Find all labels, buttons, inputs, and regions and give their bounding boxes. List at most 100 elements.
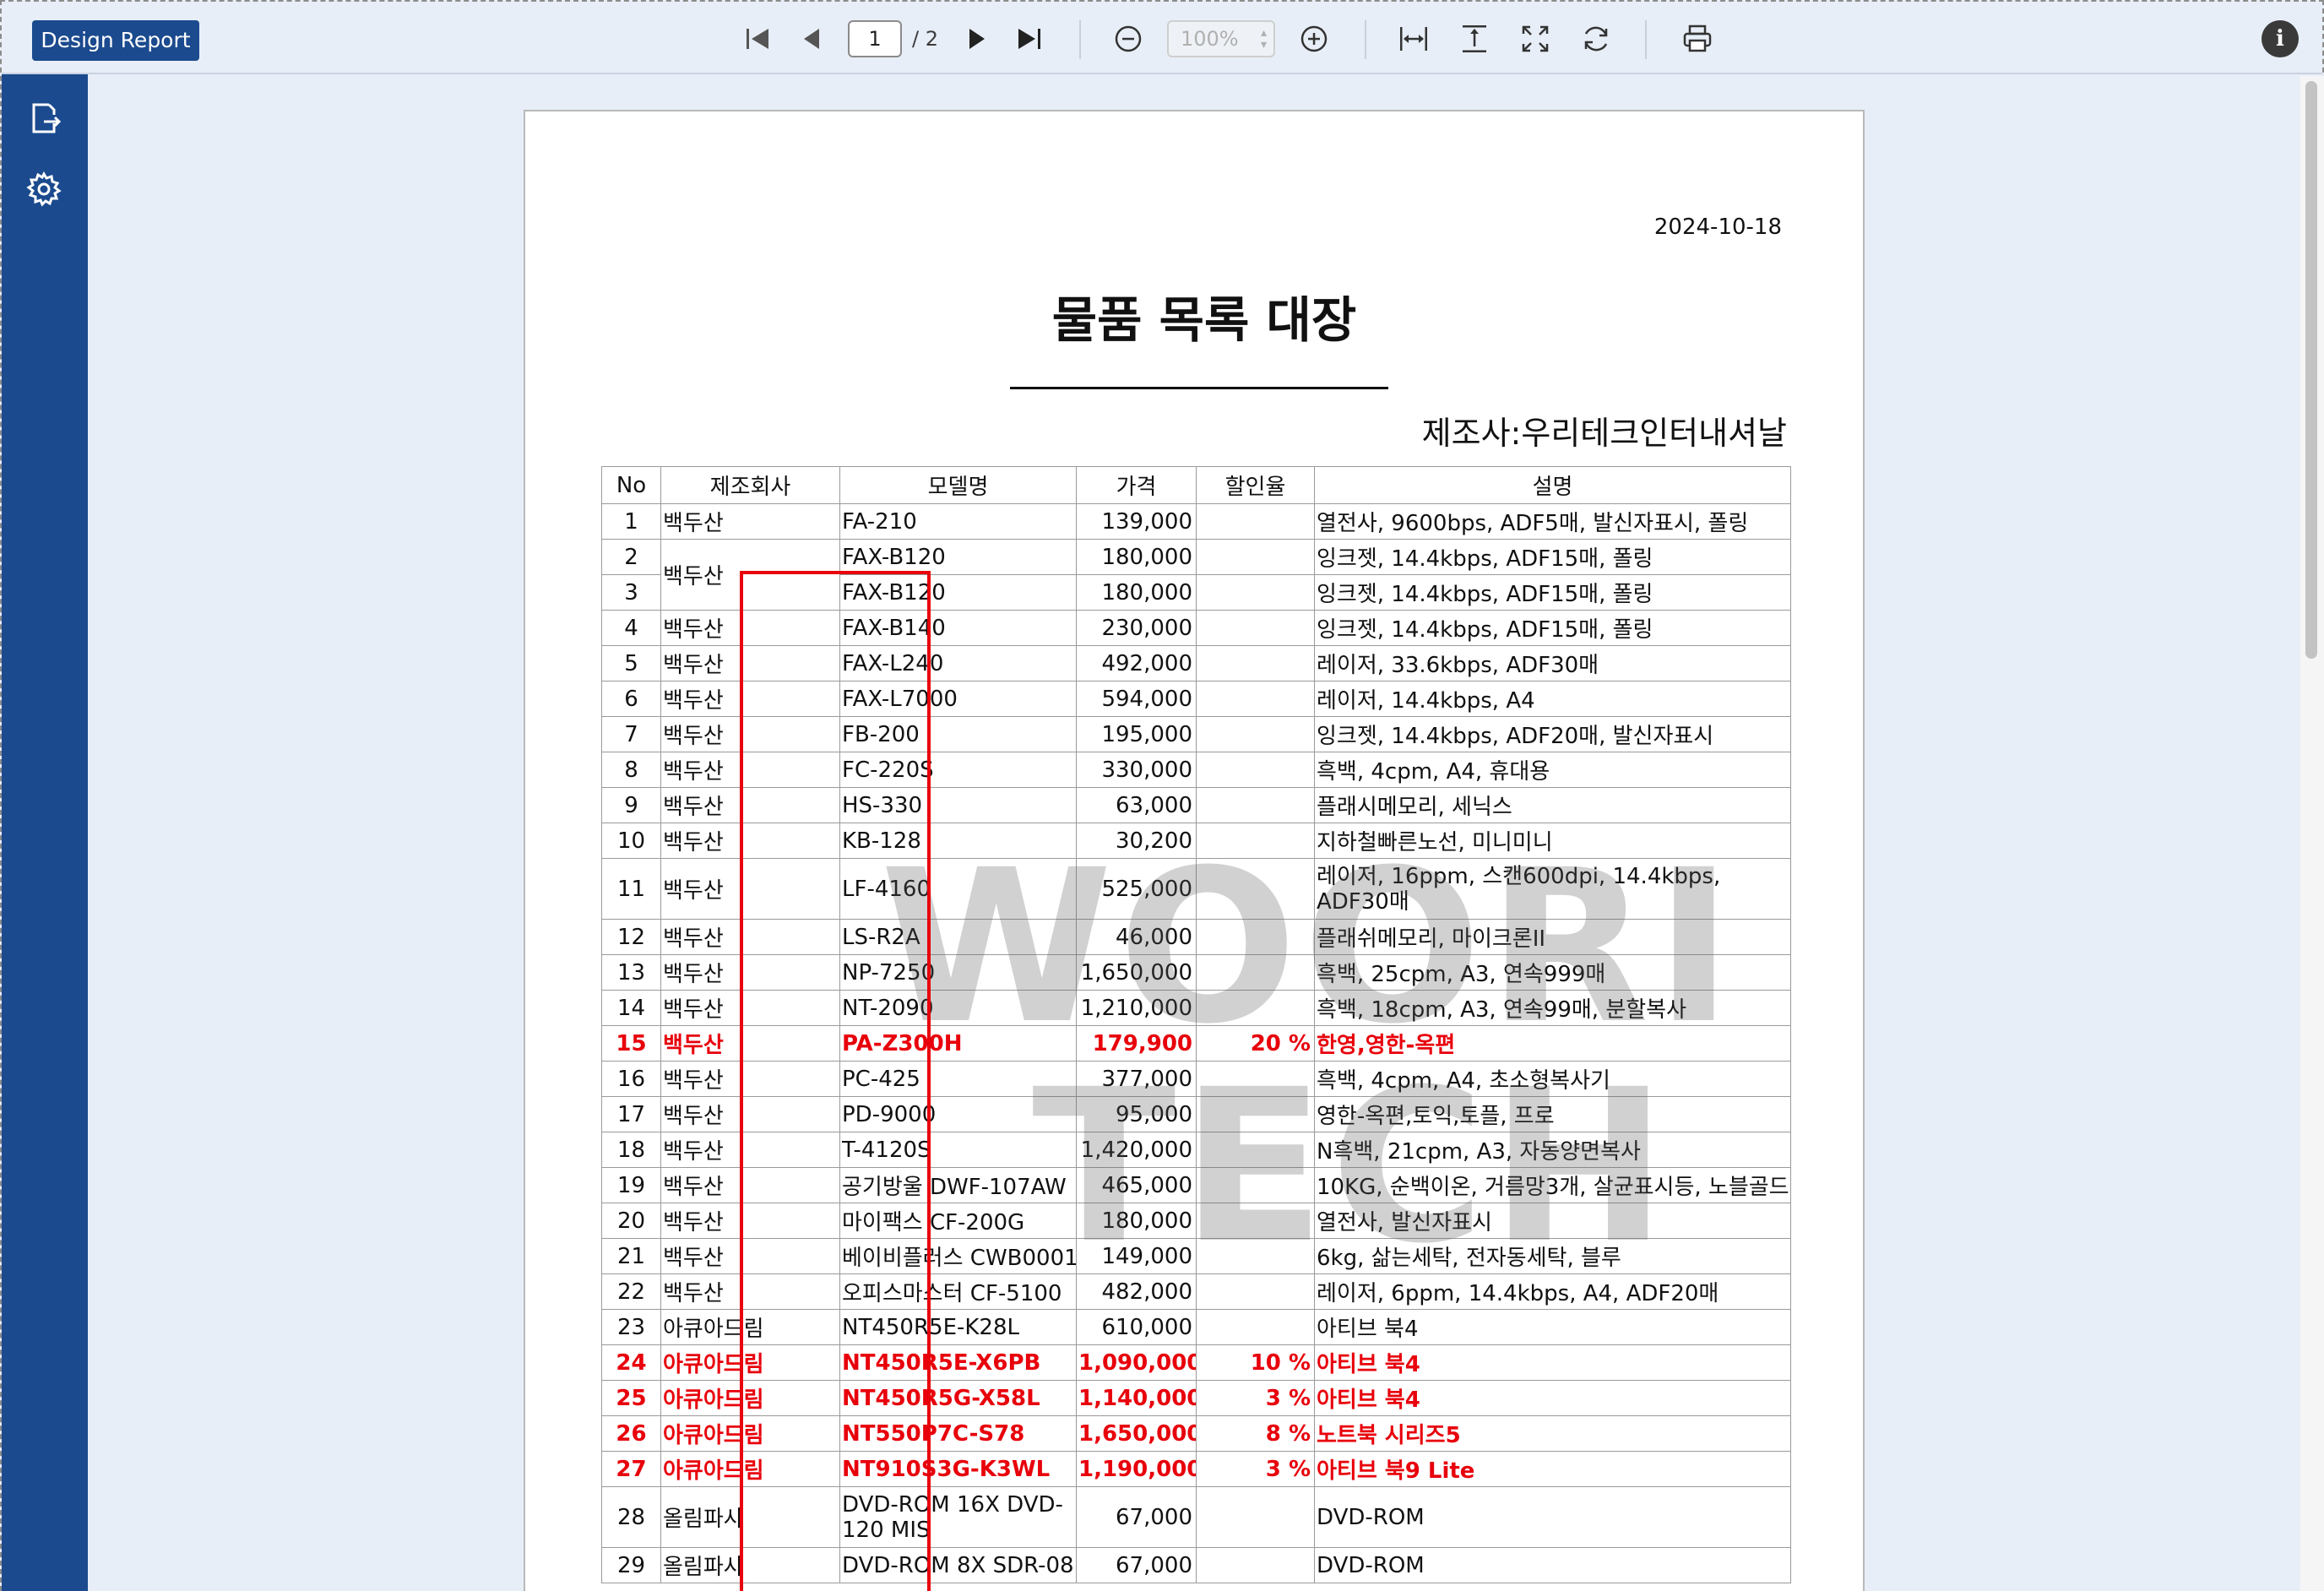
previous-page-icon[interactable]: [792, 19, 833, 59]
column-header-description: 설명: [1314, 466, 1791, 504]
table-row: 8 백두산 FC-220S 330,000 흑백, 4cpm, A4, 휴대용: [601, 752, 1791, 788]
cell-model: DVD-ROM 16X DVD-120 MIS: [839, 1486, 1077, 1548]
cell-price: 330,000: [1076, 752, 1197, 788]
table-row: 13 백두산 NP-7250 1,650,000 흑백, 25cpm, A3, 연속99…: [601, 954, 1791, 991]
cell-maker: 백두산: [660, 1096, 840, 1132]
zoom-in-icon[interactable]: [1294, 19, 1334, 59]
cell-model: FA-210: [839, 503, 1077, 540]
vertical-scrollbar[interactable]: [2300, 76, 2324, 1591]
cell-price: 67,000: [1076, 1486, 1197, 1548]
table-row: 18 백두산 T-4120S 1,420,000 N흑백, 21cpm, A3, 자동양…: [601, 1132, 1791, 1168]
cell-model: 공기방울 DWF-107AW: [839, 1167, 1077, 1203]
cell-maker: 아큐아드림: [660, 1344, 840, 1381]
table-row: 16 백두산 PC-425 377,000 흑백, 4cpm, A4, 초소형복사기: [601, 1061, 1791, 1097]
zoom-level-value: 100%: [1181, 27, 1239, 51]
cell-price: 180,000: [1076, 1203, 1197, 1239]
cell-model: FAX-L7000: [839, 681, 1077, 717]
cell-model: FC-220S: [839, 752, 1077, 788]
cell-description: 잉크젯, 14.4kbps, ADF15매, 폴링: [1314, 539, 1791, 575]
column-header-maker: 제조회사: [660, 466, 840, 504]
cell-price: 95,000: [1076, 1096, 1197, 1132]
settings-gear-icon[interactable]: [24, 169, 64, 209]
table-row: 6 백두산 FAX-L7000 594,000 레이저, 14.4kbps, A4: [601, 681, 1791, 717]
zoom-stepper-icon[interactable]: ▴ ▾: [1261, 27, 1267, 51]
fullscreen-icon[interactable]: [1515, 19, 1556, 59]
fit-height-icon[interactable]: [1454, 19, 1495, 59]
cell-maker: 백두산: [660, 610, 840, 646]
cell-no: 23: [601, 1309, 661, 1345]
next-page-icon[interactable]: [956, 19, 996, 59]
cell-model: FAX-L240: [839, 645, 1077, 681]
cell-discount: [1196, 1167, 1315, 1203]
print-icon[interactable]: [1677, 19, 1718, 59]
cell-description: 영한-옥편,토익,토플, 프로: [1314, 1096, 1791, 1132]
table-row: 9 백두산 HS-330 63,000 플래시메모리, 세닉스: [601, 787, 1791, 823]
cell-discount: [1196, 990, 1315, 1026]
table-row: 20 백두산 마이팩스 CF-200G 180,000 열전사, 발신자표시: [601, 1203, 1791, 1239]
cell-no: 26: [601, 1415, 661, 1452]
cell-price: 30,200: [1076, 823, 1197, 859]
zoom-out-icon[interactable]: [1108, 19, 1148, 59]
table-row: 7 백두산 FB-200 195,000 잉크젯, 14.4kbps, ADF20매, …: [601, 716, 1791, 752]
cell-no: 21: [601, 1238, 661, 1274]
cell-price: 482,000: [1076, 1273, 1197, 1310]
cell-price: 63,000: [1076, 787, 1197, 823]
cell-model: T-4120S: [839, 1132, 1077, 1168]
report-page: 2024-10-18 물품 목록 대장 제조사:우리테크인터내셔날 No 제조회…: [524, 110, 1865, 1591]
report-maker: 제조사:우리테크인터내셔날: [1421, 415, 1787, 452]
cell-model: PA-Z300H: [839, 1025, 1077, 1062]
cell-discount: 3 %: [1196, 1451, 1315, 1487]
cell-discount: [1196, 716, 1315, 752]
title-underline: [1010, 387, 1388, 389]
cell-price: 139,000: [1076, 503, 1197, 540]
cell-maker: 백두산: [660, 787, 840, 823]
toolbar-separator: [1079, 20, 1081, 59]
cell-price: 46,000: [1076, 919, 1197, 955]
design-report-button[interactable]: Design Report: [32, 20, 199, 61]
table-row: 19 백두산 공기방울 DWF-107AW 465,000 10KG, 순백이온, 거름…: [601, 1167, 1791, 1203]
table-row: 11 백두산 LF-4160 525,000 레이저, 16ppm, 스캔600dpi,…: [601, 858, 1791, 920]
cell-description: 플래쉬메모리, 마이크론II: [1314, 919, 1791, 955]
cell-description: 6kg, 삶는세탁, 전자동세탁, 블루: [1314, 1238, 1791, 1274]
cell-price: 1,650,000: [1076, 954, 1197, 991]
table-row: 25 아큐아드림 NT450R5G-X58L 1,140,000 3 % 아티브 북4: [601, 1380, 1791, 1416]
cell-description: 열전사, 9600bps, ADF5매, 발신자표시, 폴링: [1314, 503, 1791, 540]
cell-description: N흑백, 21cpm, A3, 자동양면복사: [1314, 1132, 1791, 1168]
fit-width-icon[interactable]: [1393, 19, 1434, 59]
zoom-level-input[interactable]: 100% ▴ ▾: [1167, 20, 1275, 57]
last-page-icon[interactable]: [1008, 19, 1049, 59]
cell-discount: [1196, 1203, 1315, 1239]
cell-description: 흑백, 4cpm, A4, 초소형복사기: [1314, 1061, 1791, 1097]
column-header-model: 모델명: [839, 466, 1077, 504]
cell-maker: 백두산: [660, 1025, 840, 1062]
column-header-no: No: [601, 466, 661, 504]
first-page-icon[interactable]: [738, 19, 779, 59]
cell-discount: [1196, 681, 1315, 717]
info-icon[interactable]: i: [2262, 20, 2299, 57]
cell-model: 베이비플러스 CWB0001: [839, 1238, 1077, 1274]
report-viewer-area[interactable]: 2024-10-18 물품 목록 대장 제조사:우리테크인터내셔날 No 제조회…: [88, 76, 2309, 1591]
report-date: 2024-10-18: [1653, 214, 1782, 240]
table-row: 23 아큐아드림 NT450R5E-K28L 610,000 아티브 북4: [601, 1309, 1791, 1345]
scrollbar-thumb[interactable]: [2305, 81, 2317, 659]
page-number-input[interactable]: 1: [848, 20, 902, 57]
refresh-icon[interactable]: [1576, 19, 1616, 59]
cell-maker: 백두산: [660, 1203, 840, 1239]
cell-model: FAX-B120: [839, 574, 1077, 611]
cell-no: 11: [601, 858, 661, 920]
table-row: 27 아큐아드림 NT910S3G-K3WL 1,190,000 3 % 아티브 북9 L…: [601, 1451, 1791, 1487]
cell-price: 1,420,000: [1076, 1132, 1197, 1168]
report-viewer-app: Design Report 1 / 2 100% ▴ ▾ i 2024-10-1…: [0, 0, 2324, 1591]
cell-no: 9: [601, 787, 661, 823]
cell-discount: [1196, 752, 1315, 788]
cell-price: 465,000: [1076, 1167, 1197, 1203]
cell-no: 10: [601, 823, 661, 859]
toolbar-separator: [1365, 20, 1366, 59]
cell-model: NT450R5E-K28L: [839, 1309, 1077, 1345]
export-document-icon[interactable]: [24, 98, 64, 138]
cell-no: 14: [601, 990, 661, 1026]
table-row: 5 백두산 FAX-L240 492,000 레이저, 33.6kbps, ADF30매: [601, 645, 1791, 681]
cell-maker: 백두산: [660, 858, 840, 920]
items-table: No 제조회사 모델명 가격 할인율 설명 1 백두산 FA-210 139,000 열…: [601, 466, 1791, 1583]
table-row: 10 백두산 KB-128 30,200 지하철빠른노선, 미니미니: [601, 823, 1791, 859]
